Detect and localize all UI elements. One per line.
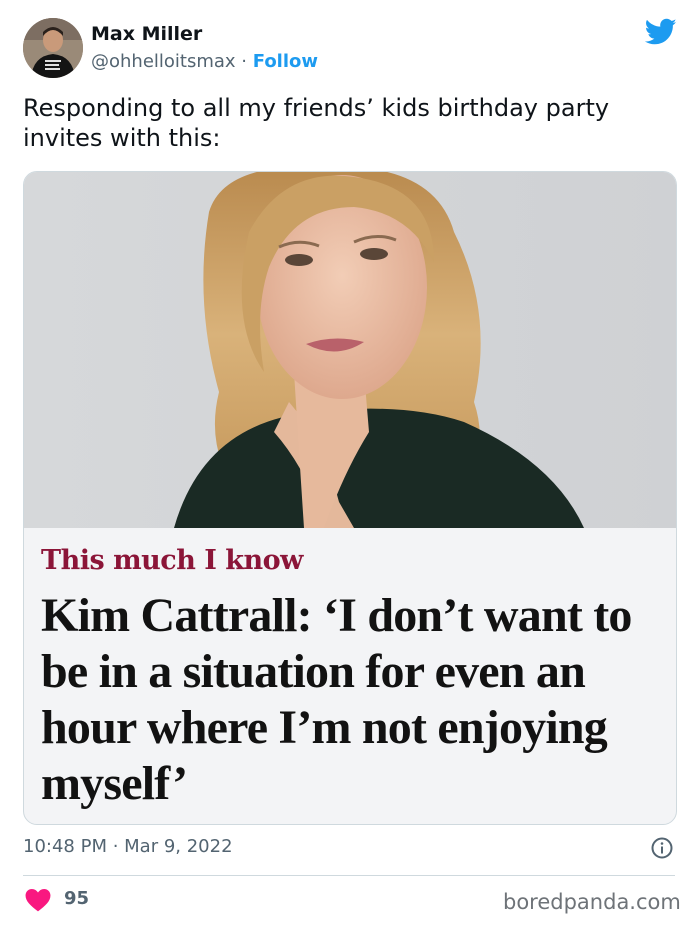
article-headline: Kim Cattrall: ‘I don’t want to be in a s… [41,589,632,810]
info-circle-icon[interactable] [650,836,674,860]
tweet-date: Mar 9, 2022 [124,836,233,857]
tweet-text: Responding to all my friends’ kids birth… [23,94,610,152]
like-count[interactable]: 95 [64,888,89,909]
media-card[interactable]: This much I know Kim Cattrall: ‘I don’t … [23,171,677,825]
avatar-image [23,18,83,78]
author-handle-row: @ohhelloitsmax · Follow [91,51,318,72]
author-name[interactable]: Max Miller [91,23,202,45]
avatar[interactable] [23,18,83,78]
author-handle[interactable]: @ohhelloitsmax [91,51,236,72]
tweet-embed: Max Miller @ohhelloitsmax · Follow Respo… [0,0,700,927]
twitter-bird-icon[interactable] [645,18,677,46]
watermark: boredpanda.com [503,890,681,914]
article-photo [24,172,676,528]
divider [23,875,675,876]
tweet-time: 10:48 PM [23,836,107,857]
time-separator: · [106,836,125,857]
heart-icon[interactable] [25,888,51,912]
handle-separator: · [235,51,253,72]
timestamp[interactable]: 10:48 PM · Mar 9, 2022 [23,836,233,857]
article-kicker: This much I know [41,545,303,576]
follow-button[interactable]: Follow [253,51,318,72]
